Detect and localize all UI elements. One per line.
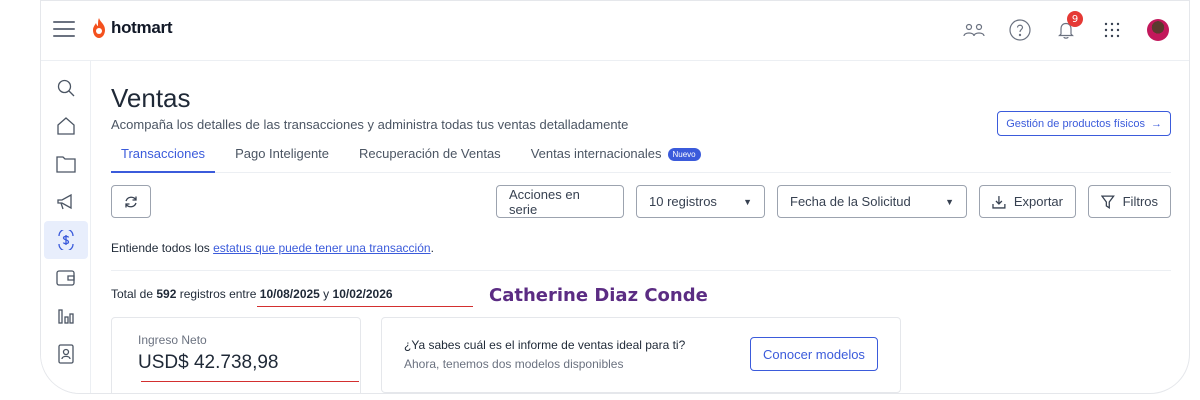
top-bar: hotmart 9 xyxy=(41,1,1189,61)
divider xyxy=(111,270,1171,271)
page-subtitle: Acompaña los detalles de las transaccion… xyxy=(111,117,629,132)
tab-ventas-internacionales[interactable]: Ventas internacionales Nuevo xyxy=(521,143,711,173)
main-content: Ventas Acompaña los detalles de las tran… xyxy=(111,61,1171,393)
know-models-button[interactable]: Conocer modelos xyxy=(750,337,878,371)
megaphone-icon[interactable] xyxy=(44,183,88,221)
export-button[interactable]: Exportar xyxy=(979,185,1076,218)
total-summary: Total de 592 registros entre 10/08/2025 … xyxy=(111,287,393,301)
date-filter-select[interactable]: Fecha de la Solicitud ▼ xyxy=(777,185,967,218)
name-overlay: Catherine Diaz Conde xyxy=(489,285,708,306)
promo-card: ¿Ya sabes cuál es el informe de ventas i… xyxy=(381,317,901,393)
tab-recuperacion-ventas[interactable]: Recuperación de Ventas xyxy=(349,143,511,173)
refresh-icon xyxy=(125,196,137,207)
sidebar xyxy=(41,61,91,393)
bell-icon[interactable]: 9 xyxy=(1053,11,1083,43)
caret-down-icon: ▼ xyxy=(743,196,752,207)
analytics-icon[interactable] xyxy=(44,297,88,335)
annotation-underline xyxy=(141,381,359,382)
refresh-button[interactable] xyxy=(111,185,151,218)
revenue-card: Ingreso Neto USD$ 42.738,98 xyxy=(111,317,361,393)
toolbar: Acciones en serie 10 registros ▼ Fecha de… xyxy=(111,185,1171,220)
contacts-icon[interactable] xyxy=(44,335,88,373)
apps-grid-icon[interactable] xyxy=(1099,17,1125,43)
avatar[interactable] xyxy=(1145,17,1171,43)
hotmart-logo[interactable]: hotmart xyxy=(91,18,172,38)
caret-down-icon: ▼ xyxy=(945,196,954,207)
tabs: Transacciones Pago Inteligente Recuperac… xyxy=(111,143,1171,173)
arrow-right-icon: → xyxy=(1151,117,1162,130)
records-select[interactable]: 10 registros ▼ xyxy=(636,185,765,218)
status-info: Entiende todos los estatus que puede ten… xyxy=(111,241,434,255)
app-window: hotmart 9 Ventas Acompaña los detalles d… xyxy=(40,0,1190,394)
download-icon xyxy=(992,195,1006,209)
menu-icon[interactable] xyxy=(53,21,75,39)
logo-text: hotmart xyxy=(111,18,173,37)
new-badge: Nuevo xyxy=(667,148,701,161)
filters-button[interactable]: Filtros xyxy=(1088,185,1171,218)
revenue-value: USD$ 42.738,98 xyxy=(138,352,279,373)
tab-pago-inteligente[interactable]: Pago Inteligente xyxy=(225,143,339,173)
sales-icon[interactable] xyxy=(44,221,88,259)
page-title: Ventas xyxy=(111,83,191,113)
revenue-label: Ingreso Neto xyxy=(138,333,207,347)
top-icons: 9 xyxy=(961,11,1171,43)
promo-question: ¿Ya sabes cuál es el informe de ventas i… xyxy=(404,338,686,352)
status-link[interactable]: estatus que puede tener una transacción xyxy=(213,241,431,255)
notification-badge: 9 xyxy=(1067,11,1083,27)
wallet-icon[interactable] xyxy=(44,259,88,297)
help-icon[interactable] xyxy=(1007,17,1033,43)
tab-transacciones[interactable]: Transacciones xyxy=(111,143,216,173)
users-icon[interactable] xyxy=(961,17,987,43)
search-icon[interactable] xyxy=(44,69,88,107)
folder-icon[interactable] xyxy=(44,145,88,183)
home-icon[interactable] xyxy=(44,107,88,145)
annotation-underline xyxy=(257,306,473,307)
flame-icon xyxy=(93,18,105,38)
promo-subtitle: Ahora, tenemos dos modelos disponibles xyxy=(404,357,624,371)
bulk-actions-button[interactable]: Acciones en serie xyxy=(496,185,624,218)
physical-products-label: Gestión de productos físicos xyxy=(1006,117,1145,130)
physical-products-button[interactable]: Gestión de productos físicos → xyxy=(997,111,1171,136)
filter-icon xyxy=(1101,195,1115,209)
